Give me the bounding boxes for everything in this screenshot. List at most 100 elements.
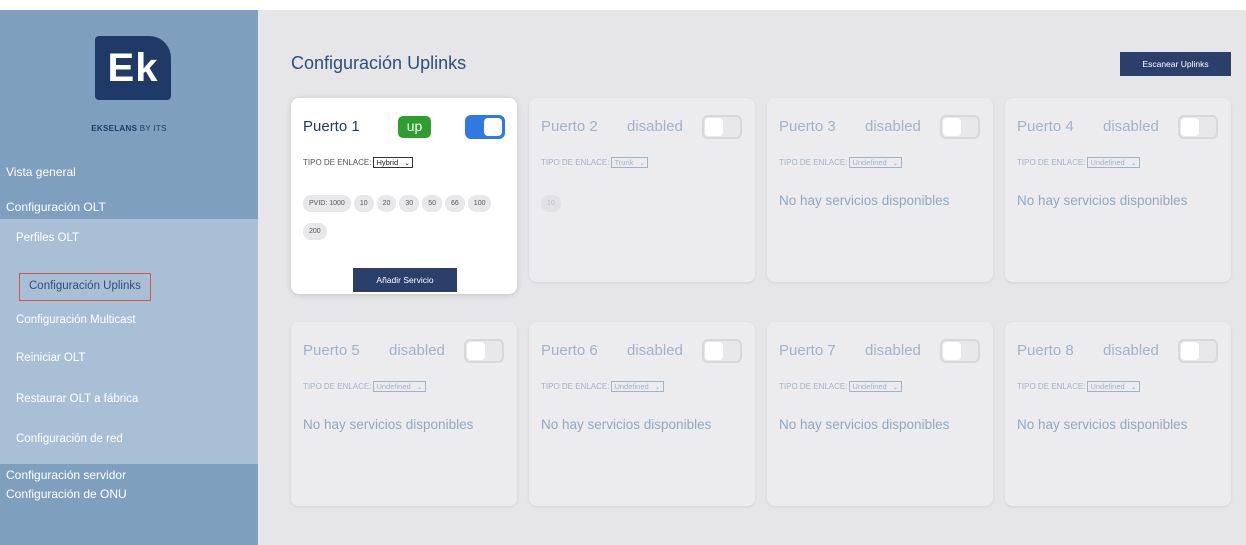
service-chip[interactable]: 50 <box>422 195 442 212</box>
chevron-down-icon: ⌄ <box>416 384 423 391</box>
chevron-down-icon: ⌄ <box>1130 384 1137 391</box>
toggle-knob <box>943 342 961 360</box>
sidebar-item-configuracion-onu[interactable]: Configuración de ONU <box>6 487 127 501</box>
toggle-knob <box>705 342 723 360</box>
scan-uplinks-button[interactable]: Escanear Uplinks <box>1120 52 1231 76</box>
no-services-text: No hay servicios disponibles <box>1017 417 1188 432</box>
link-type-value: Undefined <box>1090 382 1125 391</box>
port-enable-toggle[interactable] <box>465 115 505 139</box>
link-type-label: TIPO DE ENLACE: <box>303 158 372 167</box>
port-enable-toggle[interactable] <box>1178 115 1218 139</box>
toggle-knob <box>1181 342 1199 360</box>
toggle-knob <box>484 118 502 136</box>
service-chip[interactable]: 66 <box>445 195 465 212</box>
add-service-button[interactable]: Añadir Servicio <box>353 268 457 292</box>
link-type-row: TIPO DE ENLACE: Undefined ⌄ <box>1017 157 1140 168</box>
sidebar-item-configuracion-servidor[interactable]: Configuración servidor <box>6 468 126 482</box>
port-enable-toggle[interactable] <box>1178 339 1218 363</box>
link-type-value: Undefined <box>1090 158 1125 167</box>
toggle-knob <box>943 118 961 136</box>
port-status-text: disabled <box>389 342 445 359</box>
link-type-row: TIPO DE ENLACE: Undefined ⌄ <box>303 381 426 392</box>
toggle-knob <box>467 342 485 360</box>
link-type-select[interactable]: Undefined ⌄ <box>1087 157 1140 168</box>
link-type-value: Undefined <box>376 382 411 391</box>
port-card-7: Puerto 7 disabled TIPO DE ENLACE: Undefined… <box>767 322 993 506</box>
link-type-select[interactable]: Undefined ⌄ <box>611 381 664 392</box>
service-chip[interactable]: 200 <box>303 223 327 240</box>
no-services-text: No hay servicios disponibles <box>779 193 950 208</box>
service-chip[interactable]: 10 <box>353 195 374 212</box>
service-chip[interactable]: 20 <box>376 195 397 212</box>
brand-name: EKSELANS <box>91 124 138 133</box>
toggle-knob <box>705 118 723 136</box>
sidebar-item-vista-general[interactable]: Vista general <box>6 165 76 179</box>
link-type-value: Undefined <box>614 382 649 391</box>
link-type-select[interactable]: Trunk ⌄ <box>611 157 649 168</box>
port-enable-toggle[interactable] <box>940 339 980 363</box>
port-card-4: Puerto 4 disabled TIPO DE ENLACE: Undefined… <box>1005 98 1231 282</box>
no-services-text: No hay servicios disponibles <box>541 417 712 432</box>
link-type-label: TIPO DE ENLACE: <box>779 382 848 391</box>
sidebar-item-restaurar-olt[interactable]: Restaurar OLT a fábrica <box>16 393 138 405</box>
service-chip[interactable]: PVID: 1000 <box>303 195 351 212</box>
link-type-label: TIPO DE ENLACE: <box>779 158 848 167</box>
brand-suffix: BY ITS <box>139 124 167 133</box>
sidebar-item-configuracion-olt[interactable]: Configuración OLT <box>6 200 106 214</box>
port-enable-toggle[interactable] <box>940 115 980 139</box>
olt-submenu: Perfiles OLT Configuración Uplinks Confi… <box>0 219 258 464</box>
link-type-row: TIPO DE ENLACE: Undefined ⌄ <box>779 157 902 168</box>
service-chip[interactable]: 10 <box>541 195 561 212</box>
logo-text: Ek <box>107 46 159 90</box>
port-status-text: disabled <box>627 118 683 135</box>
sidebar-item-reiniciar-olt[interactable]: Reiniciar OLT <box>16 352 85 364</box>
link-type-select[interactable]: Undefined ⌄ <box>373 381 426 392</box>
port-name: Puerto 8 <box>1017 342 1074 359</box>
chevron-down-icon: ⌄ <box>654 384 661 391</box>
service-chip[interactable]: 100 <box>467 195 492 212</box>
link-type-row: TIPO DE ENLACE: Hybrid ⌄ <box>303 157 414 168</box>
port-name: Puerto 4 <box>1017 118 1074 135</box>
chevron-down-icon: ⌄ <box>639 160 646 167</box>
port-card-8: Puerto 8 disabled TIPO DE ENLACE: Undefined… <box>1005 322 1231 506</box>
port-enable-toggle[interactable] <box>702 115 742 139</box>
port-name: Puerto 2 <box>541 118 598 135</box>
link-type-row: TIPO DE ENLACE: Undefined ⌄ <box>1017 381 1140 392</box>
chevron-down-icon: ⌄ <box>892 384 899 391</box>
link-type-label: TIPO DE ENLACE: <box>541 382 610 391</box>
chevron-down-icon: ⌄ <box>1130 160 1137 167</box>
chevron-down-icon: ⌄ <box>892 160 899 167</box>
link-type-value: Undefined <box>852 158 887 167</box>
link-type-value: Hybrid <box>376 158 399 167</box>
chevron-down-icon: ⌄ <box>404 160 411 167</box>
service-list: PVID: 1000 10 20 30 50 66 100 200 <box>303 192 508 248</box>
port-card-5: Puerto 5 disabled TIPO DE ENLACE: Undefined… <box>291 322 517 506</box>
port-card-1: Puerto 1 up TIPO DE ENLACE: Hybrid ⌄ PVID: 10… <box>291 98 517 294</box>
link-type-row: TIPO DE ENLACE: Undefined ⌄ <box>779 381 902 392</box>
sidebar-item-configuracion-red[interactable]: Configuración de red <box>16 433 123 445</box>
link-type-select[interactable]: Undefined ⌄ <box>849 381 902 392</box>
link-type-label: TIPO DE ENLACE: <box>303 382 372 391</box>
sidebar-item-perfiles-olt[interactable]: Perfiles OLT <box>16 232 79 244</box>
service-chip[interactable]: 30 <box>399 195 420 212</box>
port-name: Puerto 6 <box>541 342 598 359</box>
link-type-select[interactable]: Undefined ⌄ <box>849 157 902 168</box>
sidebar-item-configuracion-uplinks[interactable]: Configuración Uplinks <box>19 273 151 301</box>
port-card-6: Puerto 6 disabled TIPO DE ENLACE: Undefined… <box>529 322 755 506</box>
no-services-text: No hay servicios disponibles <box>779 417 950 432</box>
sidebar: Ek EKSELANS BY ITS Vista general Configu… <box>0 10 258 545</box>
brand-logo: Ek <box>95 36 171 100</box>
port-name: Puerto 7 <box>779 342 836 359</box>
link-type-select[interactable]: Undefined ⌄ <box>1087 381 1140 392</box>
brand-subtitle: EKSELANS BY ITS <box>0 124 258 133</box>
port-status-badge: up <box>398 116 431 138</box>
port-name: Puerto 5 <box>303 342 360 359</box>
service-list: 10 <box>541 192 746 220</box>
sidebar-item-configuracion-multicast[interactable]: Configuración Multicast <box>16 314 136 326</box>
link-type-row: TIPO DE ENLACE: Undefined ⌄ <box>541 381 664 392</box>
port-status-text: disabled <box>1103 342 1159 359</box>
link-type-select[interactable]: Hybrid ⌄ <box>373 157 414 168</box>
port-enable-toggle[interactable] <box>702 339 742 363</box>
port-enable-toggle[interactable] <box>464 339 504 363</box>
link-type-value: Trunk <box>614 158 634 167</box>
